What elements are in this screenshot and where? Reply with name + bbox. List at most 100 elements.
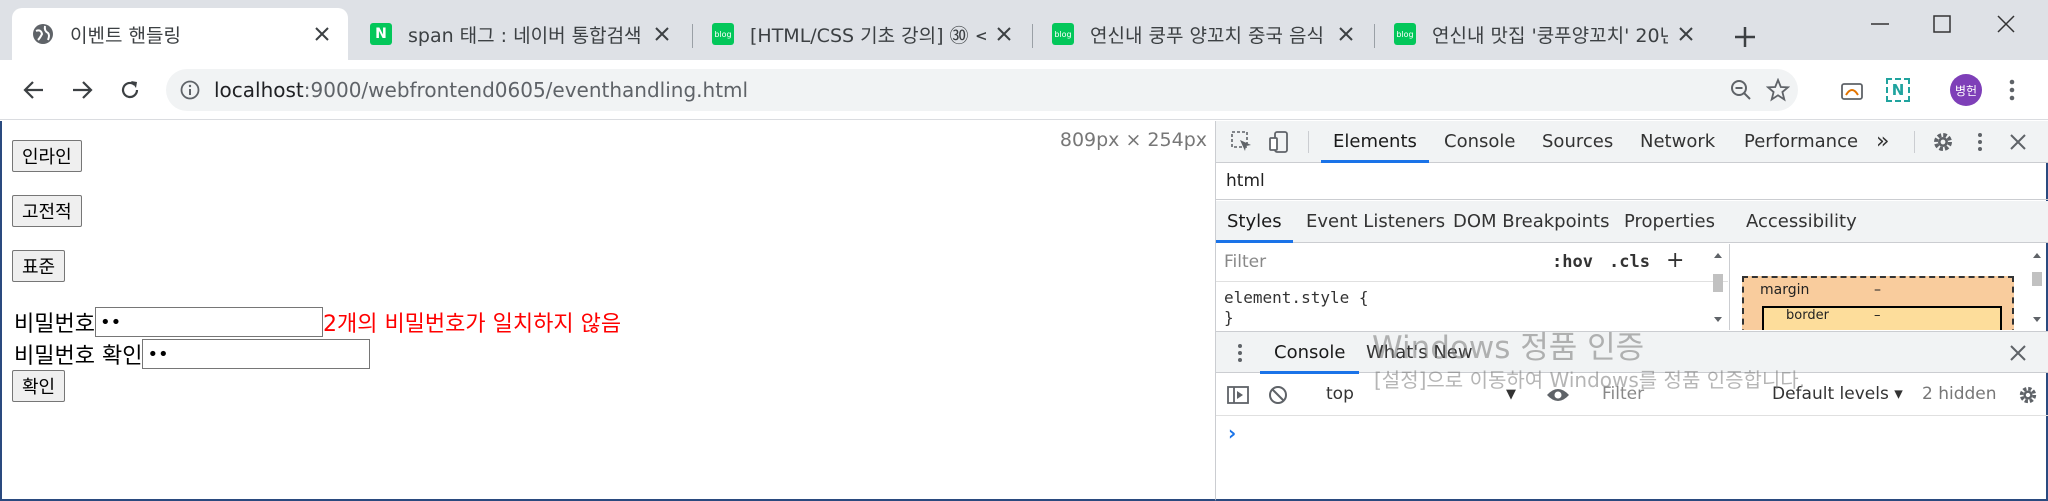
margin-value: – xyxy=(1874,282,1881,298)
breadcrumb-html[interactable]: html xyxy=(1226,171,1265,191)
tab-network[interactable]: Network xyxy=(1640,121,1715,163)
zoom-icon[interactable] xyxy=(1730,79,1752,101)
tab-styles[interactable]: Styles xyxy=(1216,201,1293,243)
new-tab-icon[interactable] xyxy=(1732,24,1758,50)
tab-event-listeners[interactable]: Event Listeners xyxy=(1306,201,1445,243)
tab-title: 연신내 쿵푸 양꼬치 중국 음식 xyxy=(1090,24,1324,47)
devtools-panel: Elements Console Sources Network Perform… xyxy=(1215,121,2048,501)
close-tab-icon[interactable] xyxy=(1674,22,1698,46)
context-selector[interactable]: top xyxy=(1326,384,1354,404)
tab-kungfu-restaurant[interactable]: blog 연신내 맛집 '쿵푸양꼬치' 20년 xyxy=(1374,8,1712,60)
scrollbar[interactable] xyxy=(1711,250,1725,326)
inspect-element-icon[interactable] xyxy=(1230,130,1254,154)
breadcrumb: html xyxy=(1216,164,2048,200)
console-settings-gear-icon[interactable] xyxy=(2016,383,2040,407)
back-arrow-icon[interactable] xyxy=(18,74,50,106)
code-line: } xyxy=(1224,308,1234,327)
tab-html-css-lecture[interactable]: blog [HTML/CSS 기초 강의] ㉚ <div xyxy=(692,8,1030,60)
border-label: border xyxy=(1786,308,1829,323)
url-host: localhost xyxy=(214,78,304,102)
maximize-icon[interactable] xyxy=(1922,10,1962,38)
tab-elements[interactable]: Elements xyxy=(1321,121,1429,163)
password-confirm-field[interactable] xyxy=(142,339,371,369)
address-bar[interactable]: localhost:9000/webfrontend0605/eventhand… xyxy=(166,69,1798,111)
menu-dots-icon[interactable] xyxy=(1996,74,2028,106)
password-field[interactable] xyxy=(94,307,323,337)
styles-filter-row: Filter :hov .cls + xyxy=(1216,244,1728,282)
globe-icon xyxy=(33,24,53,44)
styles-subtabbar: Styles Event Listeners DOM Breakpoints P… xyxy=(1216,201,2048,243)
divider xyxy=(1914,131,1915,153)
password-confirm-row: 비밀번호 확인 xyxy=(14,338,371,370)
drawer-menu-icon[interactable] xyxy=(1228,341,1252,365)
tab-properties[interactable]: Properties xyxy=(1624,201,1715,243)
star-bookmark-icon[interactable] xyxy=(1766,78,1790,102)
windows-activation-title: Windows 정품 인증 xyxy=(1372,330,1645,366)
cls-toggle[interactable]: .cls xyxy=(1609,252,1650,272)
password-confirm-label: 비밀번호 확인 xyxy=(14,344,143,369)
inline-button[interactable]: 인라인 xyxy=(12,140,82,172)
tab-performance[interactable]: Performance xyxy=(1744,121,1858,163)
sidebar-toggle-icon[interactable] xyxy=(1226,383,1250,407)
password-row: 비밀번호 2개의 비밀번호가 일치하지 않음 xyxy=(14,306,621,338)
element-style-rule: element.style { } xyxy=(1224,288,1369,328)
tab-accessibility[interactable]: Accessibility xyxy=(1746,201,1857,243)
close-drawer-icon[interactable] xyxy=(2006,341,2030,365)
close-tab-icon[interactable] xyxy=(1334,22,1358,46)
password-mismatch-message: 2개의 비밀번호가 일치하지 않음 xyxy=(322,312,622,337)
styles-filter-input[interactable]: Filter xyxy=(1224,252,1266,272)
info-icon[interactable] xyxy=(180,80,200,100)
tab-title: span 태그 : 네이버 통합검색 xyxy=(408,24,642,47)
tab-title: 연신내 맛집 '쿵푸양꼬치' 20년 xyxy=(1432,24,1668,47)
margin-label: margin xyxy=(1760,282,1810,298)
forward-arrow-icon[interactable] xyxy=(66,74,98,106)
minimize-icon[interactable] xyxy=(1860,10,1900,38)
scrollbar[interactable] xyxy=(2030,250,2044,326)
box-model-margin: margin – border – xyxy=(1742,276,2014,330)
viewport-size-label: 809px × 254px xyxy=(1059,129,1207,151)
tab-title: [HTML/CSS 기초 강의] ㉚ <div xyxy=(750,24,986,47)
console-prompt[interactable]: › xyxy=(1228,421,1236,445)
blog-icon: blog xyxy=(1052,23,1074,45)
device-toolbar-icon[interactable] xyxy=(1268,130,1292,154)
close-tab-icon[interactable] xyxy=(310,22,334,46)
tab-dom-breakpoints[interactable]: DOM Breakpoints xyxy=(1453,201,1609,243)
new-style-rule-icon[interactable]: + xyxy=(1666,248,1684,273)
reload-icon[interactable] xyxy=(114,74,146,106)
tab-strip: 이벤트 핸들링 N span 태그 : 네이버 통합검색 blog [HTML/… xyxy=(0,0,2048,60)
tab-sources[interactable]: Sources xyxy=(1542,121,1613,163)
naver-icon: N xyxy=(370,23,392,45)
close-devtools-icon[interactable] xyxy=(2006,130,2030,154)
box-model-border: border – xyxy=(1762,306,2002,330)
clear-console-icon[interactable] xyxy=(1266,383,1290,407)
close-window-icon[interactable] xyxy=(1986,10,2026,38)
hov-toggle[interactable]: :hov xyxy=(1552,252,1593,272)
gear-icon[interactable] xyxy=(1931,130,1955,154)
more-tabs-icon[interactable]: » xyxy=(1876,121,1889,163)
tab-kungfu-food[interactable]: blog 연신내 쿵푸 양꼬치 중국 음식 xyxy=(1032,8,1372,60)
code-line: element.style { xyxy=(1224,288,1369,307)
avatar[interactable]: 병헌 xyxy=(1950,74,1982,106)
styles-pane: Filter :hov .cls + element.style { } xyxy=(1216,244,1728,330)
close-tab-icon[interactable] xyxy=(992,22,1016,46)
close-tab-icon[interactable] xyxy=(650,22,674,46)
drawer-tab-console[interactable]: Console xyxy=(1260,332,1360,374)
box-model-pane: margin – border – xyxy=(1729,244,2047,330)
classic-button[interactable]: 고전적 xyxy=(12,195,82,227)
confirm-button[interactable]: 확인 xyxy=(12,370,66,402)
divider xyxy=(1308,131,1309,153)
standard-button[interactable]: 표준 xyxy=(12,250,66,282)
url-text: localhost:9000/webfrontend0605/eventhand… xyxy=(214,69,748,111)
hidden-count: 2 hidden xyxy=(1922,384,1997,404)
extension-icon[interactable] xyxy=(1836,74,1868,106)
password-label: 비밀번호 xyxy=(14,312,95,337)
page-viewport: 809px × 254px 인라인 고전적 표준 비밀번호 2개의 비밀번호가 … xyxy=(0,121,1215,501)
tab-console[interactable]: Console xyxy=(1444,121,1515,163)
kebab-menu-icon[interactable] xyxy=(1968,130,1992,154)
tab-event-handling[interactable]: 이벤트 핸들링 xyxy=(12,8,348,60)
naver-extension-icon[interactable]: N xyxy=(1882,74,1914,106)
blog-icon: blog xyxy=(712,23,734,45)
url-path: :9000/webfrontend0605/eventhandling.html xyxy=(303,78,749,102)
tab-naver-search[interactable]: N span 태그 : 네이버 통합검색 xyxy=(350,8,688,60)
border-value: – xyxy=(1874,308,1881,323)
